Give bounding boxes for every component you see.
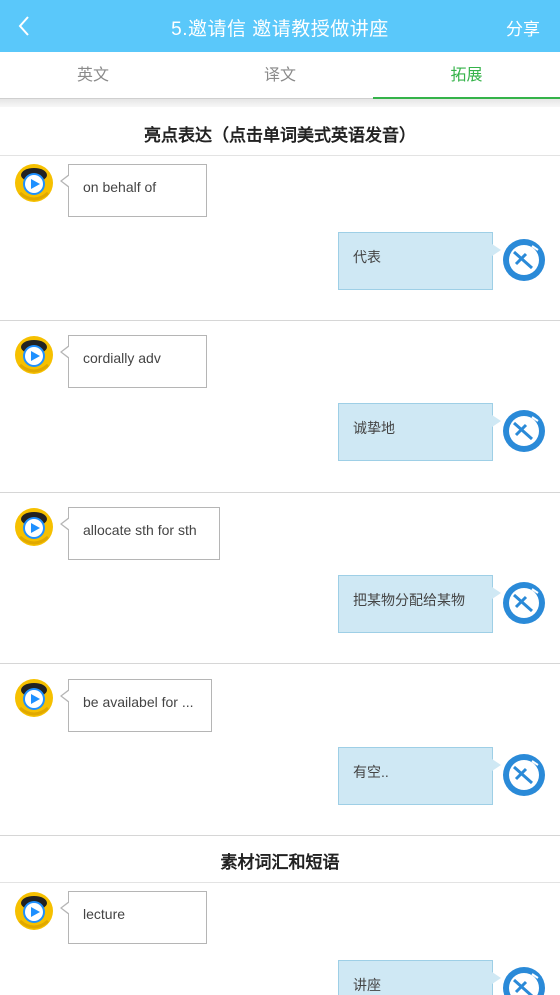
tab-shadow [0, 99, 560, 107]
play-avatar-icon[interactable] [14, 335, 54, 375]
section-title-vocabulary: 素材词汇和短语 [0, 843, 560, 883]
tab-english[interactable]: 英文 [0, 52, 186, 99]
english-phrase-bubble[interactable]: allocate sth for sth [60, 507, 220, 560]
tab-translation[interactable]: 译文 [187, 52, 373, 99]
row-divider [0, 492, 560, 493]
top-bar: 5.邀请信 邀请教授做讲座 分享 [0, 0, 560, 52]
chinese-translation-bubble: 有空.. [338, 747, 501, 805]
chinese-translation-bubble: 讲座 [338, 960, 501, 995]
english-phrase-bubble[interactable]: be availabel for ... [60, 679, 212, 732]
section-title-highlights: 亮点表达（点击单词美式英语发音） [0, 116, 560, 156]
play-avatar-icon[interactable] [14, 678, 54, 718]
tab-extension[interactable]: 拓展 [373, 52, 560, 99]
page-title: 5.邀请信 邀请教授做讲座 [171, 19, 389, 40]
chinese-translation-bubble: 代表 [338, 232, 501, 290]
chinese-translation-bubble: 把某物分配给某物 [338, 575, 501, 633]
tab-bar: 英文 译文 拓展 [0, 52, 560, 99]
english-phrase-bubble[interactable]: on behalf of [60, 164, 207, 217]
share-button[interactable]: 分享 [506, 15, 540, 40]
play-avatar-icon[interactable] [14, 507, 54, 547]
chinese-translation-bubble: 诚挚地 [338, 403, 501, 461]
school-logo-icon [502, 753, 546, 797]
play-avatar-icon[interactable] [14, 163, 54, 203]
school-logo-icon [502, 238, 546, 282]
school-logo-icon [502, 409, 546, 453]
school-logo-icon [502, 581, 546, 625]
english-phrase-bubble[interactable]: lecture [60, 891, 207, 944]
school-logo-icon [502, 966, 546, 995]
play-avatar-icon[interactable] [14, 891, 54, 931]
row-divider [0, 320, 560, 321]
english-phrase-bubble[interactable]: cordially adv [60, 335, 207, 388]
row-divider [0, 835, 560, 836]
row-divider [0, 663, 560, 664]
